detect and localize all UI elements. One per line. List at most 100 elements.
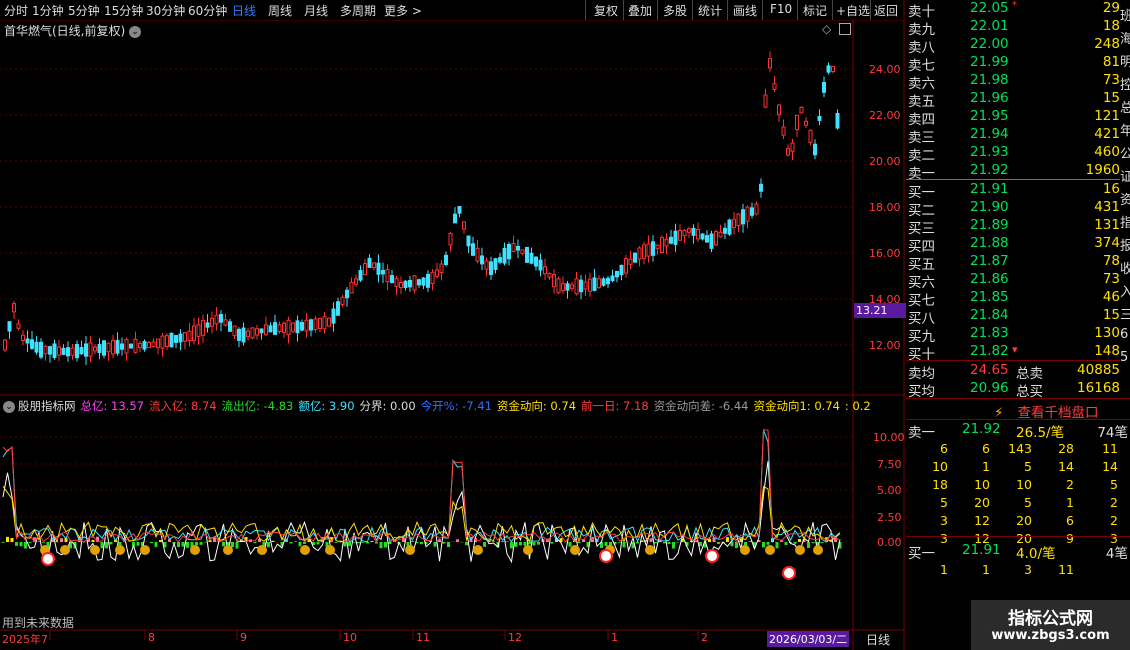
sell-level-row[interactable]: 卖七 21.99 81 xyxy=(906,54,1120,74)
candle-body xyxy=(52,343,57,359)
candle-body xyxy=(772,83,777,90)
indicator-bar xyxy=(177,542,180,547)
indicator-bar xyxy=(136,542,140,546)
sell-level-row[interactable]: 卖一 21.92 1960 xyxy=(906,162,1120,182)
indicator-bar xyxy=(208,540,212,542)
buy-level-row[interactable]: 买十 21.82 148 ▾ xyxy=(906,343,1120,363)
candle-body xyxy=(601,278,606,286)
buy-level-row[interactable]: 买七 21.85 46 xyxy=(906,289,1120,309)
buy-level-row[interactable]: 买四 21.88 374 xyxy=(906,235,1120,255)
depth-cell: 6 xyxy=(940,441,948,456)
buy-level-row[interactable]: 买九 21.83 130 xyxy=(906,325,1120,345)
indicator-bar xyxy=(222,542,225,547)
edge-text: 资 xyxy=(1120,193,1130,208)
panel-toggle-icon[interactable] xyxy=(839,23,851,35)
candle-body xyxy=(633,252,637,263)
candle-body xyxy=(543,266,547,275)
indicator-bar xyxy=(523,542,527,546)
buy-level-row[interactable]: 买二 21.90 431 xyxy=(906,199,1120,219)
candle-body xyxy=(331,308,336,324)
indicator-bar xyxy=(793,542,797,544)
indicator-bar xyxy=(514,542,518,547)
candle-body xyxy=(574,278,579,295)
sell-level-row[interactable]: 卖五 21.96 15 xyxy=(906,90,1120,110)
candle-body xyxy=(732,218,736,229)
price-axis-label: 22.00 xyxy=(869,109,901,122)
candle-body xyxy=(655,244,660,250)
sell-level-row[interactable]: 卖三 21.94 421 xyxy=(906,126,1120,146)
indicator-bar xyxy=(91,539,95,542)
candle-body xyxy=(538,259,543,271)
candle-body xyxy=(588,278,592,292)
sell-level-row[interactable]: 卖十 22.05 29 * xyxy=(906,0,1120,20)
depth-button[interactable]: ⚡ 查看千档盘口 xyxy=(994,401,1098,421)
candle-body xyxy=(70,347,75,356)
candle-body xyxy=(750,207,754,216)
candle-body xyxy=(97,344,102,353)
cursor-date-tag: 2026/03/03/二 xyxy=(767,631,850,647)
sell-level-row[interactable]: 卖四 21.95 121 xyxy=(906,108,1120,128)
edge-text: 5 xyxy=(1120,350,1129,365)
indicator-bar xyxy=(447,542,450,548)
candle-body xyxy=(417,279,421,286)
indicator-bar xyxy=(528,542,531,545)
buy-signal-icon xyxy=(782,566,796,580)
sell-level-row[interactable]: 卖二 21.93 460 xyxy=(906,144,1120,164)
indicator-bar xyxy=(42,542,45,543)
candle-body xyxy=(754,203,759,215)
indicator-bar xyxy=(186,542,189,548)
watermark-title: 指标公式网 xyxy=(1008,609,1093,629)
money-bag-icon xyxy=(60,545,70,555)
indicator-bar xyxy=(361,542,365,543)
buy-level-row[interactable]: 买一 21.91 16 xyxy=(906,181,1120,201)
chevron-down-icon[interactable]: ⌄ xyxy=(129,25,142,38)
candle-body xyxy=(687,228,691,233)
buy-signal-icon xyxy=(41,552,55,566)
down-arrow-icon: ▾ xyxy=(1012,343,1018,356)
edge-text: 控 xyxy=(1120,78,1130,93)
money-bag-icon xyxy=(90,545,100,555)
candle-body xyxy=(313,318,318,330)
candle-body xyxy=(120,343,124,350)
candle-body xyxy=(318,318,322,330)
sell-level-row[interactable]: 卖八 22.00 248 xyxy=(906,36,1120,56)
candle-body xyxy=(250,327,255,339)
time-axis-label: 9 xyxy=(240,631,247,644)
period-indicator[interactable]: 日线 xyxy=(866,631,890,648)
buy-level-row[interactable]: 买三 21.89 131 xyxy=(906,217,1120,237)
candle-body xyxy=(142,341,147,350)
depth-cell: 28 xyxy=(1058,441,1074,456)
chevron-down-icon[interactable]: ⌄ xyxy=(3,400,15,413)
buy-level-row[interactable]: 买六 21.86 73 xyxy=(906,271,1120,291)
candle-body xyxy=(201,319,205,336)
candle-body xyxy=(727,219,732,235)
candle-body xyxy=(759,183,763,192)
indicator-bar xyxy=(352,542,356,543)
chart-title-text: 首华燃气(日线,前复权) xyxy=(4,24,126,38)
candle-body xyxy=(637,247,642,260)
candle-body xyxy=(264,324,268,336)
candle-body xyxy=(232,325,237,336)
indicator-name[interactable]: 股朋指标网 xyxy=(18,399,76,413)
candle-body xyxy=(741,209,745,225)
indicator-bar xyxy=(235,542,239,549)
sell-level-row[interactable]: 卖六 21.98 73 xyxy=(906,72,1120,92)
indicator-bar xyxy=(505,541,509,542)
candle-body xyxy=(610,275,615,282)
buy-level-row[interactable]: 买八 21.84 15 xyxy=(906,307,1120,327)
indicator-bar xyxy=(807,542,810,548)
indicator-bar xyxy=(411,541,414,542)
sell-level-row[interactable]: 卖九 22.01 18 xyxy=(906,18,1120,38)
buy-level-row[interactable]: 买五 21.87 78 xyxy=(906,253,1120,273)
chart-title: 首华燃气(日线,前复权) ⌄ xyxy=(4,22,142,39)
indicator-field: : 0.2 xyxy=(844,399,871,413)
depth-cell: 5 xyxy=(1024,495,1032,510)
indicator-bar xyxy=(231,542,234,548)
indicator-bar xyxy=(456,539,459,542)
candle-body xyxy=(390,275,394,284)
candle-body xyxy=(561,283,565,292)
kline-chart[interactable] xyxy=(0,0,905,650)
indicator-bar xyxy=(343,542,347,547)
indicator-bar xyxy=(775,542,779,549)
diamond-icon[interactable]: ◇ xyxy=(822,22,831,36)
